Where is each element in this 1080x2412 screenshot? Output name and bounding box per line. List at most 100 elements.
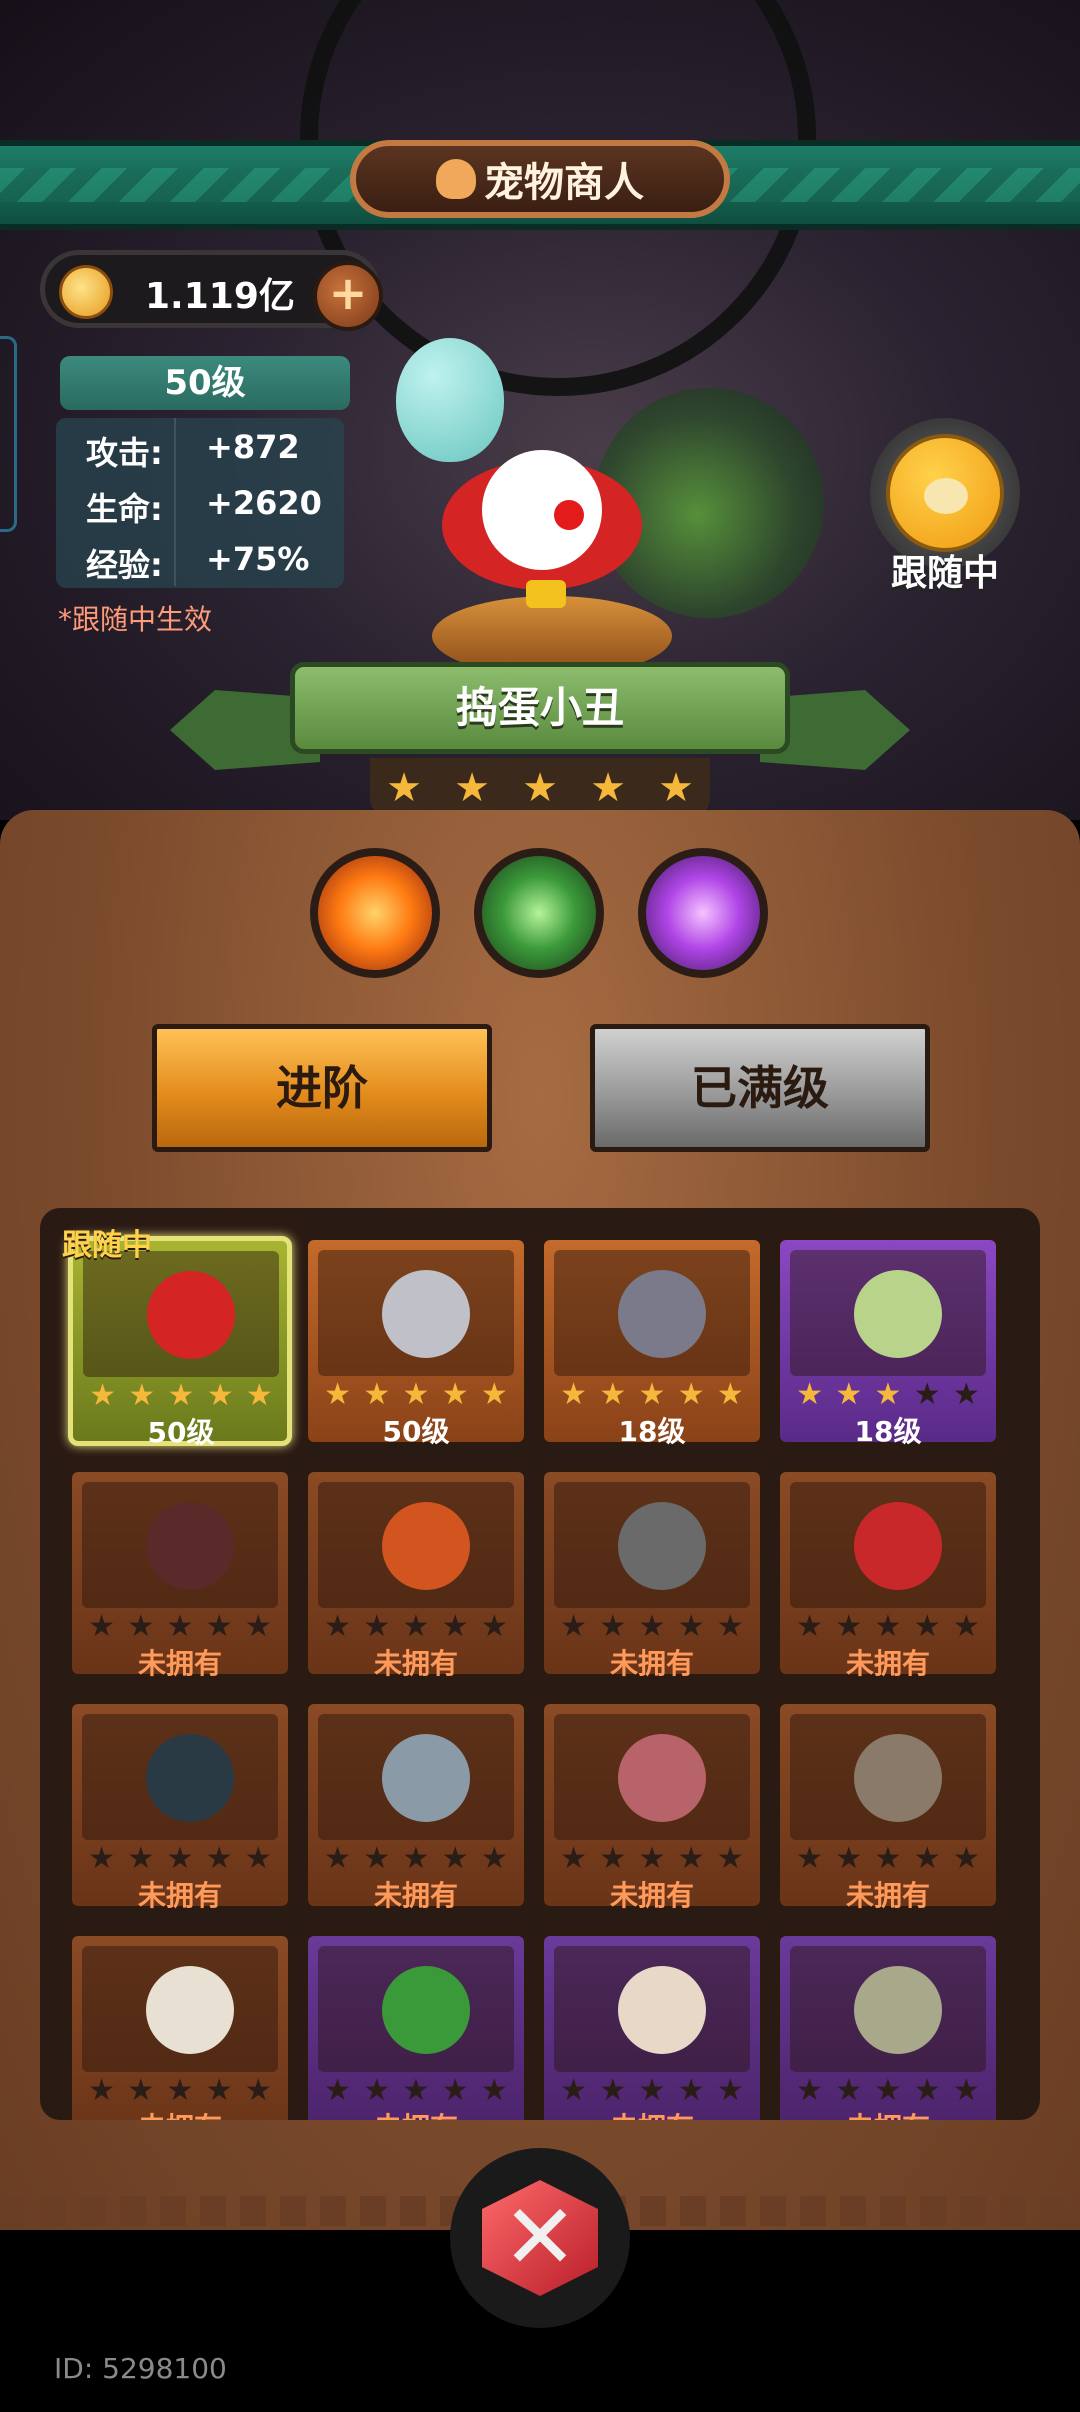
star-icon: ★ [835, 1609, 863, 1644]
pet-card-label: 50级 [147, 1416, 215, 1449]
star-icon: ★ [913, 1841, 941, 1876]
pet-card[interactable]: ★★★★★未拥有 [304, 1700, 528, 1912]
pet-stars: ★ ★ ★ ★ ★ [370, 758, 710, 818]
pet-card-stars: ★ ★ ★ ★ ★ [318, 1844, 514, 1874]
pet-card[interactable]: ★ ★ ★ ★ ★ 18级 [776, 1236, 1000, 1448]
star-icon: ★ [244, 1609, 272, 1644]
star-icon: ★ [522, 765, 558, 811]
pet-card[interactable]: ★★★★★未拥有 [68, 1468, 292, 1680]
pet-card-stars: ★ ★ ★ ★ ★ [82, 2076, 278, 2106]
follow-button[interactable] [886, 434, 1004, 552]
claw-slash-icon[interactable] [474, 848, 604, 978]
currency-value: 1.119亿 [145, 276, 295, 317]
pet-icon [618, 1966, 706, 2054]
star-icon: ★ [796, 1841, 824, 1876]
star-icon: ★ [599, 1377, 627, 1412]
pet-card[interactable]: ★★★★★未拥有 [776, 1932, 1000, 2120]
paw-icon [436, 159, 476, 199]
pet-card-stars: ★ ★ ★ ★ ★ [82, 1844, 278, 1874]
pet-card-stars: ★ ★ ★ ★ ★ [790, 2076, 986, 2106]
pet-icon [146, 1734, 234, 1822]
pet-card-portrait [318, 1250, 514, 1376]
pet-card[interactable]: ★★★★★未拥有 [776, 1700, 1000, 1912]
pet-card[interactable]: ★★★★★未拥有 [540, 1932, 764, 2120]
pet-card[interactable]: ★★★★★未拥有 [540, 1700, 764, 1912]
pet-card[interactable]: ★★★★★未拥有 [68, 1932, 292, 2120]
following-tag: 跟随中 [62, 1228, 152, 1263]
star-icon: ★ [441, 2073, 469, 2108]
star-icon: ★ [638, 1609, 666, 1644]
star-icon: ★ [363, 2073, 391, 2108]
pet-icon [382, 1270, 470, 1358]
star-icon: ★ [874, 1841, 902, 1876]
advance-button[interactable]: 进阶 [152, 1024, 492, 1152]
fire-orb-icon[interactable] [310, 848, 440, 978]
star-icon: ★ [638, 2073, 666, 2108]
star-icon: ★ [480, 2073, 508, 2108]
stat-value: +872 [206, 428, 300, 466]
maxed-button[interactable]: 已满级 [590, 1024, 930, 1152]
stat-value: +2620 [206, 484, 322, 522]
star-icon: ★ [835, 2073, 863, 2108]
pet-card-portrait [554, 1714, 750, 1840]
star-icon: ★ [560, 1609, 588, 1644]
pet-card-stars: ★ ★ ★ ★ ★ [554, 2076, 750, 2106]
star-icon: ★ [88, 1841, 116, 1876]
side-tab[interactable] [0, 336, 17, 532]
pet-card[interactable]: ★★★★★未拥有 [304, 1468, 528, 1680]
pet-card-stars: ★ ★ ★ ★ ★ [790, 1844, 986, 1874]
pet-card[interactable]: ★ ★ ★ ★ ★ 50级 [304, 1236, 528, 1448]
star-icon: ★ [913, 1377, 941, 1412]
star-icon: ★ [127, 2073, 155, 2108]
stat-health: 生命: +2620 [56, 474, 344, 530]
pet-card-stars: ★ ★ ★ ★ ★ [790, 1380, 986, 1410]
stat-attack: 攻击: +872 [56, 418, 344, 474]
pet-card-label: 未拥有 [72, 2106, 288, 2120]
pet-icon [618, 1270, 706, 1358]
star-icon: ★ [402, 1609, 430, 1644]
pet-card-label: 未拥有 [137, 1647, 222, 1680]
pet-card-label: 未拥有 [308, 2106, 524, 2120]
star-icon: ★ [441, 1609, 469, 1644]
pet-card[interactable]: ★★★★★未拥有 [304, 1932, 528, 2120]
pet-card-label: 未拥有 [137, 1879, 222, 1912]
pet-card-label: 未拥有 [373, 1647, 458, 1680]
coin-icon [59, 265, 113, 319]
pet-card-stars: ★ ★ ★ ★ ★ [790, 1612, 986, 1642]
close-icon: ✕ [502, 2185, 578, 2290]
effect-note: *跟随中生效 [58, 603, 213, 636]
pet-card-portrait [554, 1946, 750, 2072]
star-icon: ★ [480, 1377, 508, 1412]
pet-card-portrait [83, 1251, 279, 1377]
paw-icon [924, 478, 968, 514]
pet-card[interactable]: ★★★★★未拥有 [540, 1468, 764, 1680]
star-icon: ★ [796, 1609, 824, 1644]
star-icon: ★ [590, 765, 626, 811]
pet-card-portrait [790, 1482, 986, 1608]
close-button[interactable]: ✕ [450, 2148, 630, 2328]
star-icon: ★ [88, 2073, 116, 2108]
star-icon: ★ [324, 1841, 352, 1876]
star-icon: ★ [874, 1377, 902, 1412]
star-icon: ★ [599, 1609, 627, 1644]
pet-card[interactable]: ★★★★★未拥有 [776, 1468, 1000, 1680]
star-icon: ★ [874, 1609, 902, 1644]
speech-bubble-icon[interactable] [638, 848, 768, 978]
pet-card-stars: ★ ★ ★ ★ ★ [82, 1612, 278, 1642]
pet-name: 捣蛋小丑 [290, 662, 790, 754]
pet-card-stars: ★ ★ ★ ★ ★ [554, 1612, 750, 1642]
star-icon: ★ [205, 2073, 233, 2108]
add-currency-button[interactable]: + [313, 261, 383, 331]
pet-card[interactable]: ★★★★★未拥有 [68, 1700, 292, 1912]
pet-card[interactable]: ★ ★ ★ ★ ★ 50级 [68, 1236, 292, 1449]
star-icon: ★ [127, 1609, 155, 1644]
star-icon: ★ [716, 1841, 744, 1876]
pet-icon [146, 1966, 234, 2054]
pet-icon [618, 1502, 706, 1590]
star-icon: ★ [716, 2073, 744, 2108]
star-icon: ★ [89, 1378, 117, 1413]
star-icon: ★ [244, 1841, 272, 1876]
star-icon: ★ [205, 1841, 233, 1876]
pet-card-label: 未拥有 [780, 2106, 996, 2120]
pet-card[interactable]: ★ ★ ★ ★ ★ 18级 [540, 1236, 764, 1448]
